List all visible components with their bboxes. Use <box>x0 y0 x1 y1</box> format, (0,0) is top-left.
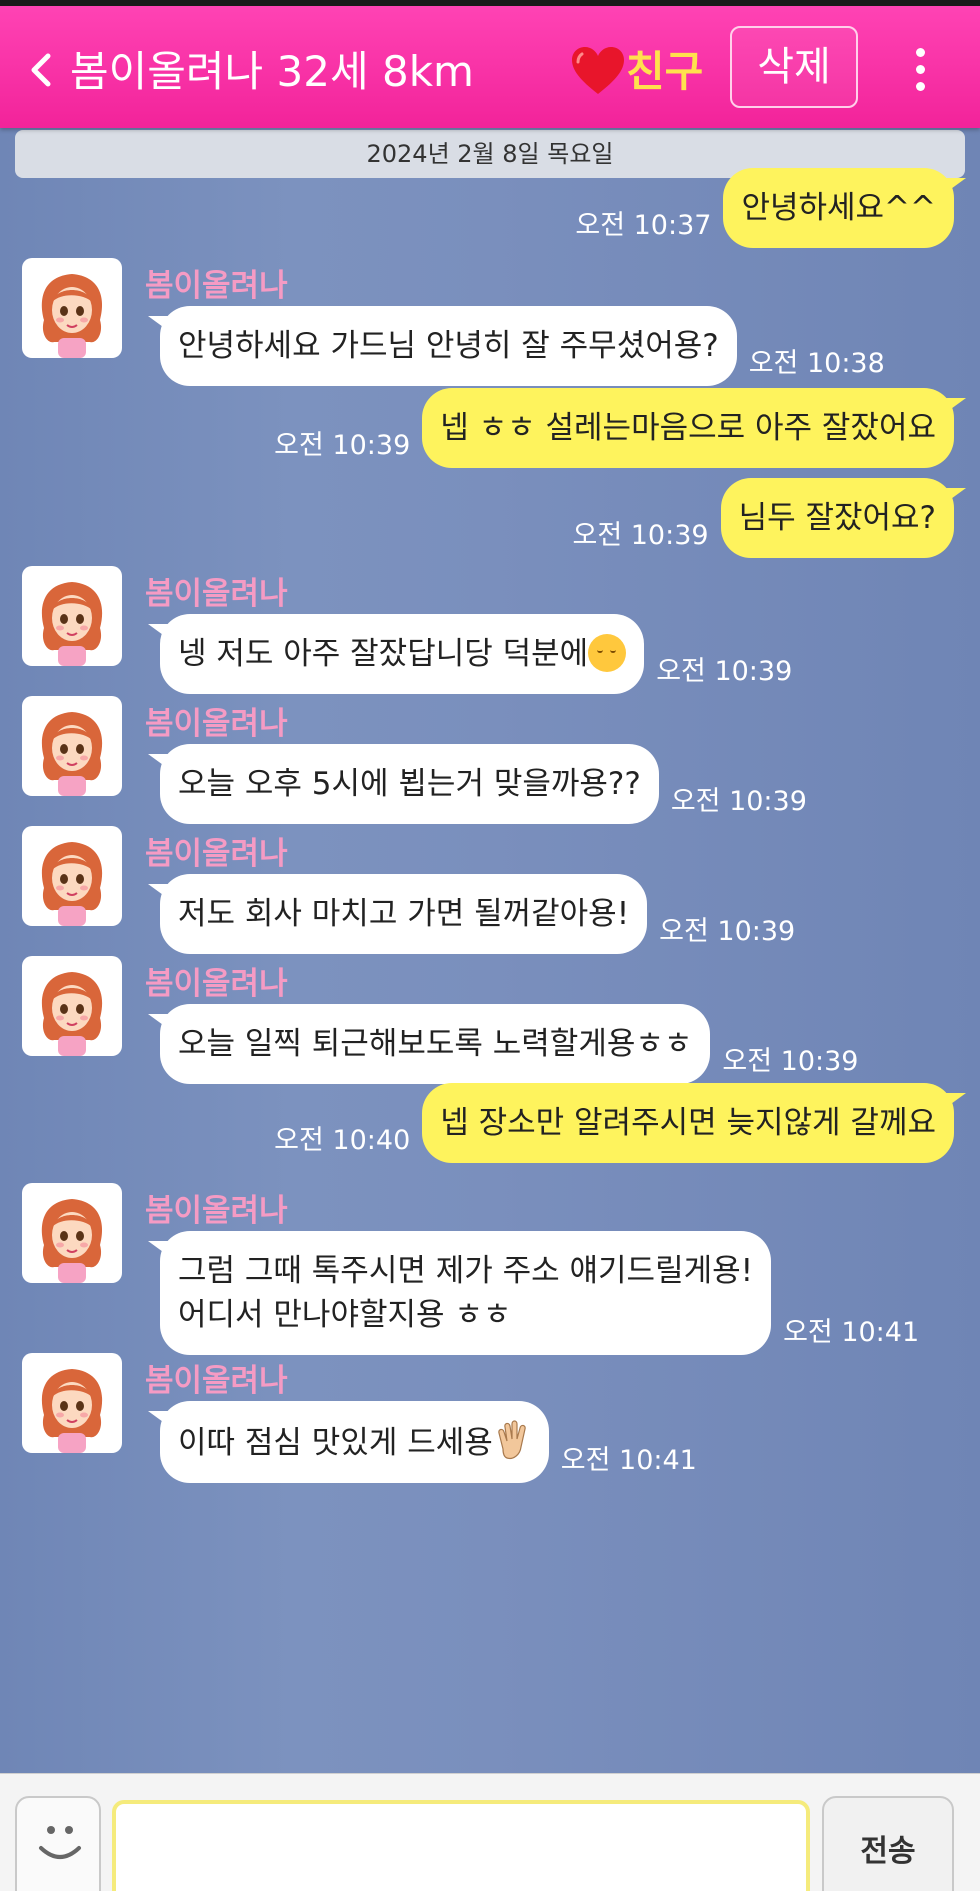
sender-name: 봄이올려나 <box>145 268 288 304</box>
message-line: 오늘 오후 5시에 뵙는거 맞을까용?? 오전 10:39 <box>148 744 819 824</box>
sender-name: 봄이올려나 <box>145 1193 288 1229</box>
message-time: 오전 10:40 <box>274 1125 411 1156</box>
outgoing-message-row: 오전 10:37 안녕하세요^^ <box>0 168 980 248</box>
smiley-icon <box>39 1826 81 1859</box>
message-time: 오전 10:39 <box>659 916 796 947</box>
waving-hand-emoji <box>498 1420 526 1460</box>
input-bar: 전송 <box>0 1773 980 1891</box>
message-text: 님두 잘잤어요? <box>738 500 936 536</box>
outgoing-message-row: 오전 10:39 넵 ㅎㅎ 설레는마음으로 아주 잘잤어요 <box>0 388 980 468</box>
chat-area[interactable]: 2024년 2월 8일 목요일 오전 10:37 안녕하세요^^ 봄이올려나 안녕하세… <box>0 128 980 1773</box>
shush-face-emoji <box>588 634 627 672</box>
heart-icon <box>572 47 624 94</box>
message-line: 저도 회사 마치고 가면 될꺼같아용! 오전 10:39 <box>147 874 807 954</box>
outgoing-message-bubble[interactable]: 님두 잘잤어요? <box>720 478 967 558</box>
message-time: 오전 10:41 <box>783 1317 920 1348</box>
incoming-message-bubble[interactable]: 이따 점심 맛있게 드세용 <box>148 1401 549 1483</box>
sender-name: 봄이올려나 <box>145 576 288 612</box>
message-text: 오늘 일찍 퇴근해보도록 노력할게용ㅎㅎ <box>178 1026 693 1062</box>
outgoing-message-bubble[interactable]: 넵 ㅎㅎ 설레는마음으로 아주 잘잤어요 <box>422 388 966 468</box>
message-text: 안녕하세요 가드님 안녕히 잘 주무셨어용? <box>178 328 719 364</box>
message-text: 그럼 그때 톡주시면 제가 주소 얘기드릴게용! 어디서 만나야할지용 ㅎㅎ <box>178 1253 754 1333</box>
avatar[interactable] <box>22 826 122 926</box>
incoming-message-bubble[interactable]: 저도 회사 마치고 가면 될꺼같아용! <box>147 874 648 954</box>
message-line: 넹 저도 아주 잘잤답니당 덕분에오전 10:39 <box>147 614 804 694</box>
message-text: 넵 장소만 알려주시면 늦지않게 갈께요 <box>440 1105 936 1141</box>
sender-name: 봄이올려나 <box>145 836 288 872</box>
message-line: 그럼 그때 톡주시면 제가 주소 얘기드릴게용! 어디서 만나야할지용 ㅎㅎ 오전… <box>147 1231 931 1355</box>
chevron-left-icon[interactable] <box>26 50 56 90</box>
message-time: 오전 10:41 <box>560 1445 697 1476</box>
message-input[interactable] <box>112 1800 810 1891</box>
message-text: 이따 점심 맛있게 드세용 <box>178 1425 493 1461</box>
sender-name: 봄이올려나 <box>145 706 288 742</box>
outgoing-message-bubble[interactable]: 넵 장소만 알려주시면 늦지않게 갈께요 <box>422 1083 966 1163</box>
message-line: 안녕하세요 가드님 안녕히 잘 주무셨어용? 오전 10:38 <box>148 306 897 386</box>
avatar[interactable] <box>22 1183 122 1283</box>
message-time: 오전 10:39 <box>274 430 411 461</box>
emoji-button[interactable] <box>15 1796 101 1891</box>
message-line: 오늘 일찍 퇴근해보도록 노력할게용ㅎㅎ 오전 10:39 <box>147 1004 870 1084</box>
message-time: 오전 10:39 <box>722 1046 859 1077</box>
sender-name: 봄이올려나 <box>145 1363 288 1399</box>
chat-app: 봄이올려나 32세 8km 친구 삭제 2024년 2월 8일 목요일 오전 1… <box>0 0 980 1891</box>
avatar[interactable] <box>22 566 122 666</box>
message-text: 저도 회사 마치고 가면 될꺼같아용! <box>178 896 630 932</box>
more-vertical-icon[interactable] <box>908 48 932 94</box>
message-time: 오전 10:39 <box>670 786 807 817</box>
send-button[interactable]: 전송 <box>822 1796 954 1891</box>
outgoing-message-row: 오전 10:40 넵 장소만 알려주시면 늦지않게 갈께요 <box>0 1083 980 1163</box>
avatar[interactable] <box>22 956 122 1056</box>
incoming-message-bubble[interactable]: 그럼 그때 톡주시면 제가 주소 얘기드릴게용! 어디서 만나야할지용 ㅎㅎ <box>147 1231 772 1355</box>
message-time: 오전 10:39 <box>656 656 793 687</box>
message-text: 넵 ㅎㅎ 설레는마음으로 아주 잘잤어요 <box>440 410 936 446</box>
friend-label[interactable]: 친구 <box>626 42 703 102</box>
chat-header: 봄이올려나 32세 8km 친구 삭제 <box>0 0 980 128</box>
sender-name: 봄이올려나 <box>145 966 288 1002</box>
incoming-message-bubble[interactable]: 안녕하세요 가드님 안녕히 잘 주무셨어용? <box>148 306 737 386</box>
message-time: 오전 10:39 <box>572 520 709 551</box>
outgoing-message-bubble[interactable]: 안녕하세요^^ <box>723 168 966 248</box>
incoming-message-bubble[interactable]: 오늘 일찍 퇴근해보도록 노력할게용ㅎㅎ <box>147 1004 711 1084</box>
delete-button[interactable]: 삭제 <box>730 26 858 108</box>
incoming-message-bubble[interactable]: 오늘 오후 5시에 뵙는거 맞을까용?? <box>148 744 659 824</box>
message-text: 넹 저도 아주 잘잤답니당 덕분에 <box>178 636 589 672</box>
message-text: 안녕하세요^^ <box>741 190 936 226</box>
incoming-message-bubble[interactable]: 넹 저도 아주 잘잤답니당 덕분에 <box>147 614 645 694</box>
message-time: 오전 10:37 <box>575 210 712 241</box>
message-line: 이따 점심 맛있게 드세용오전 10:41 <box>148 1401 709 1483</box>
message-time: 오전 10:38 <box>748 348 885 379</box>
avatar[interactable] <box>22 696 122 796</box>
avatar[interactable] <box>22 1353 122 1453</box>
outgoing-message-row: 오전 10:39 님두 잘잤어요? <box>0 478 980 558</box>
message-text: 오늘 오후 5시에 뵙는거 맞을까용?? <box>178 766 641 802</box>
avatar[interactable] <box>22 258 122 358</box>
chat-title: 봄이올려나 32세 8km <box>70 47 474 96</box>
